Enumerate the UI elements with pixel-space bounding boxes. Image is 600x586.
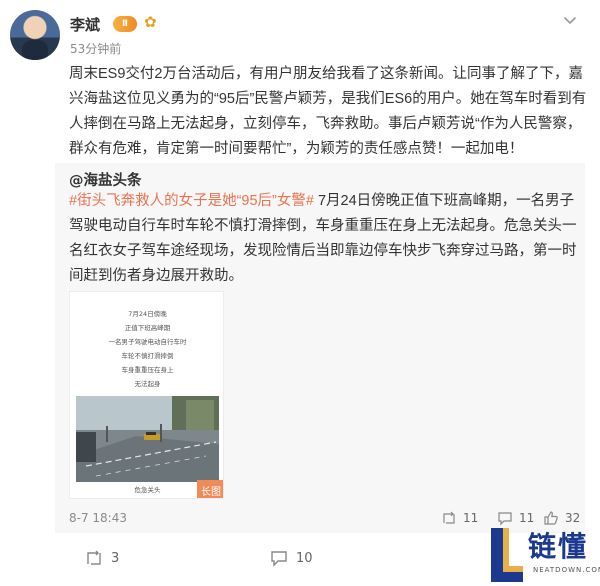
repost-repost-button[interactable]: 11 — [441, 510, 478, 526]
post-text: 周末ES9交付2万台活动后，有用户朋友给我看了这条新闻。让同事了解了下，嘉兴海盐… — [69, 66, 587, 157]
image-text-line: 正值下班高峰期 — [124, 324, 171, 332]
repost-count: 3 — [111, 550, 120, 566]
image-text-line: 7月24日傍晚 — [128, 310, 167, 318]
image-text-line: 车轮不慎打滑摔倒 — [121, 352, 174, 360]
watermark-text: 链懂 — [528, 530, 589, 563]
comment-icon — [271, 551, 287, 567]
watermark-subtext: NEATDOWN.COM — [533, 566, 600, 574]
watermark: 链懂 NEATDOWN.COM — [487, 520, 600, 586]
avatar[interactable]: V — [10, 10, 60, 60]
repost-repost-count: 11 — [463, 511, 479, 525]
comment-count: 10 — [296, 550, 313, 566]
level-badge[interactable]: Ⅱ — [113, 16, 137, 32]
repost-card[interactable]: @海盐头条 #街头飞奔救人的女子是她“95后”女警# 7月24日傍晚正值下班高峰… — [55, 163, 585, 533]
avatar-figure — [22, 40, 48, 60]
hashtag-link[interactable]: #街头飞奔救人的女子是她“95后”女警# — [69, 193, 314, 209]
author-name[interactable]: 李斌 — [70, 14, 100, 35]
post-timestamp[interactable]: 53分钟前 — [70, 40, 121, 57]
long-image-thumbnail[interactable]: 7月24日傍晚 正值下班高峰期 一名男子驾驶电动自行车时 车轮不慎打滑摔倒 车身… — [69, 291, 224, 499]
repost-button[interactable]: 3 — [85, 549, 119, 567]
repost-icon — [443, 511, 455, 524]
fan-badge-icon[interactable]: ✿ — [144, 13, 157, 31]
street-photo — [76, 396, 219, 482]
comment-button[interactable]: 10 — [270, 549, 313, 567]
repost-text: #街头飞奔救人的女子是她“95后”女警# 7月24日傍晚正值下班高峰期，一名男子… — [69, 189, 577, 289]
chevron-down-icon[interactable] — [560, 10, 580, 30]
watermark-logo-icon — [487, 520, 527, 586]
image-text-line: 车身重重压在身上 — [121, 366, 174, 374]
repost-date[interactable]: 8-7 18:43 — [69, 511, 127, 525]
repost-icon — [87, 550, 101, 565]
image-text-line: 一名男子驾驶电动自行车时 — [108, 338, 187, 346]
long-image-badge: 长图 — [197, 480, 223, 498]
verified-badge-icon: V — [54, 56, 60, 60]
repost-author[interactable]: @海盐头条 — [69, 169, 142, 190]
image-text-line: 无法起身 — [134, 380, 161, 388]
